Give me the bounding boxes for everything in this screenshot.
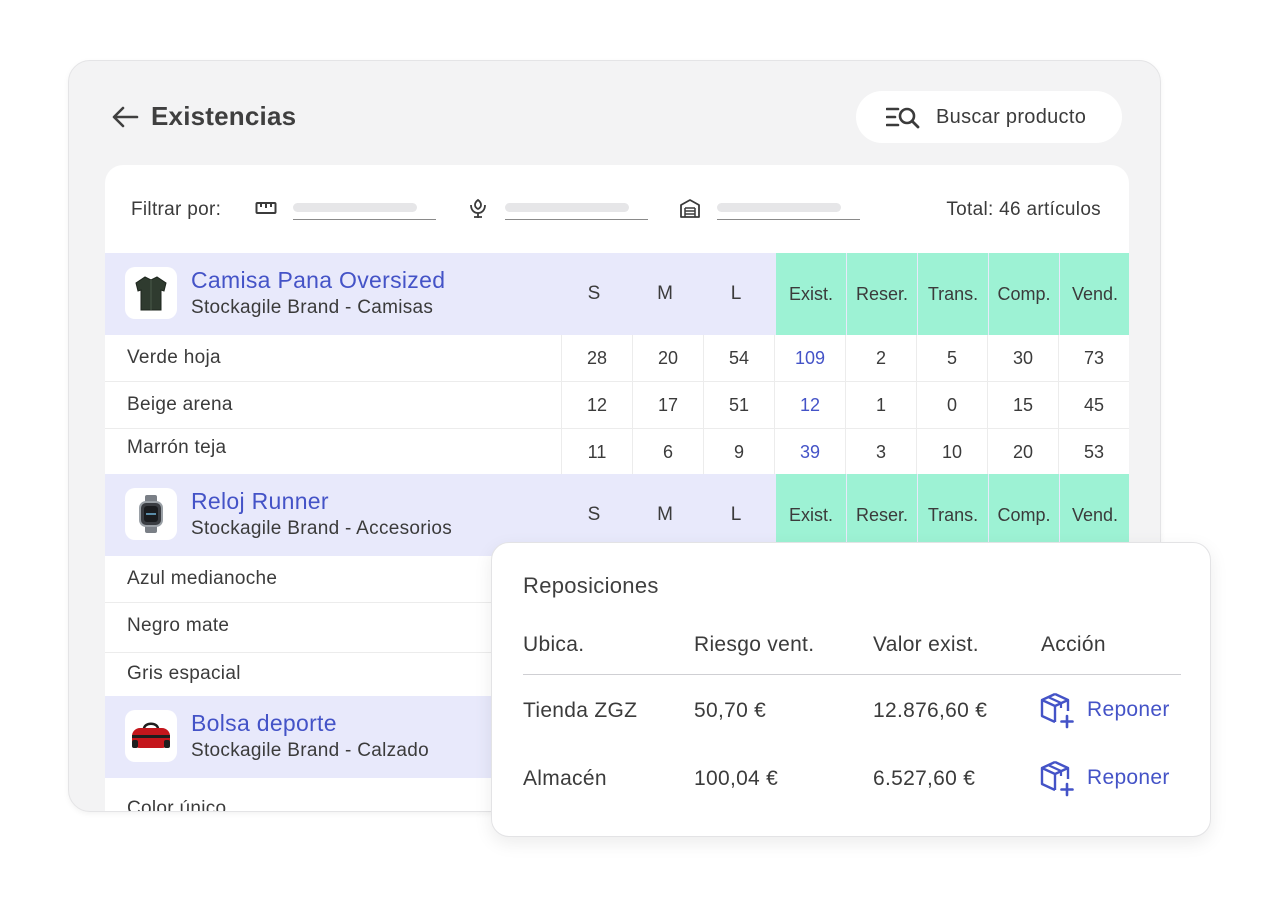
row-stock-value: 12.876,60 € [873, 699, 988, 722]
product-thumbnail [125, 710, 177, 762]
stat-value-vend: 45 [1058, 382, 1129, 429]
filter-size[interactable] [255, 195, 439, 223]
box-add-icon [1040, 692, 1074, 729]
reposiciones-title: Reposiciones [523, 573, 659, 598]
filter-season[interactable] [467, 195, 651, 223]
stat-value-vend: 73 [1058, 335, 1129, 382]
box-add-icon [1040, 760, 1074, 797]
shirt-icon [135, 276, 167, 311]
product-brand: Stockagile Brand - Calzado [191, 740, 430, 761]
stat-value-exist[interactable]: 109 [774, 335, 845, 382]
variant-name: Negro mate [127, 615, 230, 636]
size-value-m: 6 [632, 429, 703, 476]
filter-warehouse-underline [717, 219, 860, 220]
stat-value-comp: 30 [987, 335, 1058, 382]
size-value-m: 20 [632, 335, 703, 382]
stat-value-comp: 15 [987, 382, 1058, 429]
filter-season-underline [505, 219, 648, 220]
reponer-label: Reponer [1087, 766, 1170, 789]
row-sales-risk: 100,04 € [694, 767, 779, 790]
header-action: Acción [1041, 633, 1106, 656]
variant-name: Color único [127, 798, 227, 812]
product-brand: Stockagile Brand - Accesorios [191, 518, 453, 539]
size-value-l: 51 [703, 382, 774, 429]
stat-header-reser: Reser. [847, 253, 917, 335]
bag-icon [132, 722, 170, 748]
filter-warehouse[interactable] [679, 195, 863, 223]
size-value-s: 28 [561, 335, 632, 382]
header-stock-value: Valor exist. [873, 633, 979, 656]
size-header-l: L [730, 504, 742, 525]
filter-size-placeholder [293, 203, 417, 212]
product-name[interactable]: Reloj Runner [191, 488, 329, 515]
back-arrow-icon[interactable] [111, 105, 139, 129]
size-value-s: 12 [561, 382, 632, 429]
header-location: Ubica. [523, 633, 585, 656]
stat-value-trans: 5 [916, 335, 987, 382]
product-thumbnail [125, 267, 177, 319]
size-value-l: 54 [703, 335, 774, 382]
size-value-s: 11 [561, 429, 632, 476]
stat-header-exist: Exist. [776, 253, 846, 335]
row-stock-value: 6.527,60 € [873, 767, 976, 790]
reposiciones-popup: Reposiciones Ubica. Riesgo vent. Valor e… [491, 542, 1211, 837]
product-thumbnail [125, 488, 177, 540]
warehouse-icon [680, 199, 700, 218]
stat-value-reser: 2 [845, 335, 916, 382]
variant-name: Beige arena [127, 394, 233, 415]
stat-header-vend: Vend. [1060, 253, 1129, 335]
variant-name: Azul medianoche [127, 568, 278, 589]
search-product-label: Buscar producto [936, 105, 1087, 128]
stat-value-trans: 10 [916, 429, 987, 476]
size-header-s: S [587, 504, 601, 525]
stat-value-reser: 1 [845, 382, 916, 429]
size-value-m: 17 [632, 382, 703, 429]
filter-label: Filtrar por: [131, 199, 222, 220]
size-value-l: 9 [703, 429, 774, 476]
variant-name: Marrón teja [127, 437, 227, 458]
flower-icon [470, 198, 486, 218]
product-name[interactable]: Bolsa deporte [191, 710, 337, 737]
size-header-m: M [657, 283, 673, 304]
stat-value-trans: 0 [916, 382, 987, 429]
reponer-button[interactable]: Reponer [1039, 691, 1170, 729]
stat-header-comp: Comp. [989, 253, 1059, 335]
ruler-icon [255, 202, 277, 214]
page-title: Existencias [151, 101, 297, 131]
watch-icon [139, 495, 163, 533]
stat-value-exist[interactable]: 39 [774, 429, 845, 476]
total-articles: Total: 46 artículos [946, 199, 1101, 220]
row-sales-risk: 50,70 € [694, 699, 767, 722]
filter-size-underline [293, 219, 436, 220]
row-location: Almacén [523, 767, 607, 790]
product-name[interactable]: Camisa Pana Oversized [191, 267, 445, 294]
stat-value-reser: 3 [845, 429, 916, 476]
size-header-m: M [657, 504, 673, 525]
reponer-label: Reponer [1087, 698, 1170, 721]
table-row[interactable]: Marrón teja 11 6 9 39 3 10 20 53 [105, 429, 1129, 476]
stat-value-comp: 20 [987, 429, 1058, 476]
stat-header-trans: Trans. [918, 253, 988, 335]
size-header-s: S [587, 283, 601, 304]
filter-season-placeholder [505, 203, 629, 212]
header-sales-risk: Riesgo vent. [694, 633, 815, 656]
variant-name: Verde hoja [127, 347, 221, 368]
product-header[interactable]: Camisa Pana Oversized Stockagile Brand -… [105, 253, 1129, 335]
list-search-icon [886, 107, 920, 129]
filter-warehouse-placeholder [717, 203, 841, 212]
stat-value-exist[interactable]: 12 [774, 382, 845, 429]
stat-value-vend: 53 [1058, 429, 1129, 476]
header-divider [523, 674, 1181, 675]
product-brand: Stockagile Brand - Camisas [191, 297, 434, 318]
row-location: Tienda ZGZ [523, 699, 638, 722]
size-header-l: L [730, 283, 742, 304]
variant-name: Gris espacial [127, 663, 241, 684]
table-row[interactable]: Beige arena 12 17 51 12 1 0 15 45 [105, 382, 1129, 429]
table-row[interactable]: Verde hoja 28 20 54 109 2 5 30 73 [105, 335, 1129, 382]
filter-bar: Filtrar por: Total: 46 artículos [105, 165, 1129, 253]
search-product-button[interactable]: Buscar producto [856, 91, 1122, 143]
reponer-button[interactable]: Reponer [1039, 759, 1170, 797]
